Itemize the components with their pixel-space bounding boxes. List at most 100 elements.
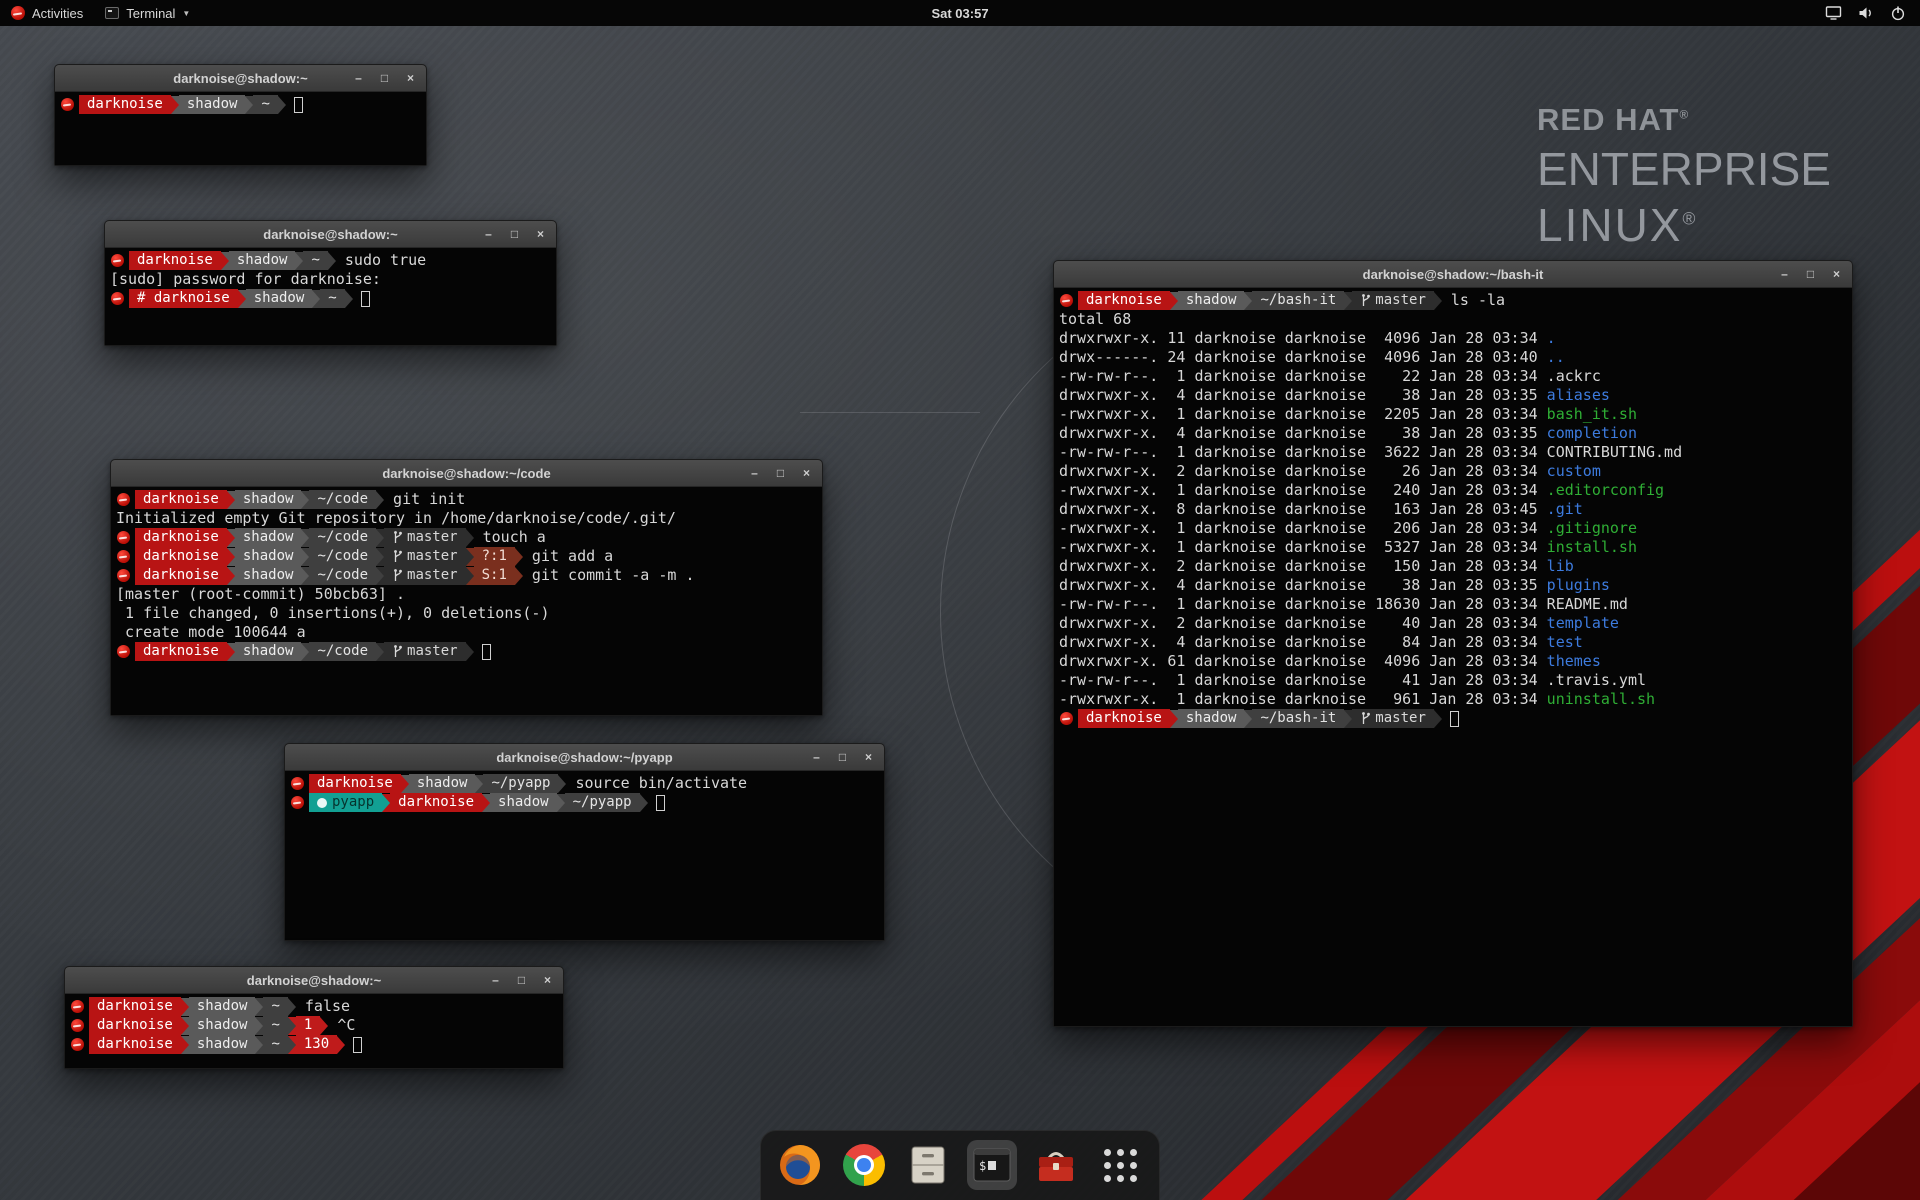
minimize-button[interactable]: – bbox=[489, 974, 502, 986]
brand-line-enterprise: ENTERPRISE bbox=[1537, 142, 1831, 196]
git-branch-icon bbox=[392, 568, 403, 583]
terminal-text: false bbox=[296, 997, 350, 1016]
registered-mark: ® bbox=[1679, 109, 1689, 122]
close-button[interactable]: × bbox=[534, 228, 547, 240]
terminal-content[interactable]: darknoiseshadow~ falsedarknoiseshadow~1 … bbox=[65, 994, 563, 1068]
maximize-button[interactable]: □ bbox=[1804, 268, 1817, 280]
terminal-text: bash_it.sh bbox=[1547, 405, 1637, 424]
titlebar[interactable]: darknoise@shadow:~–□× bbox=[55, 65, 426, 92]
git-branch-icon bbox=[1360, 711, 1371, 726]
terminal-line: darknoiseshadow~/bash-itmaster bbox=[1059, 709, 1847, 728]
powerline-separator bbox=[376, 529, 384, 547]
terminal-content[interactable]: darknoiseshadow~ sudo true[sudo] passwor… bbox=[105, 248, 556, 345]
terminal-text: drwxrwxr-x. 2 darknoise darknoise 26 Jan… bbox=[1059, 462, 1547, 481]
prompt-segment-scm: master bbox=[384, 642, 466, 661]
terminal-content[interactable]: darknoiseshadow~ bbox=[55, 92, 426, 165]
prompt-segment-label: shadow bbox=[187, 95, 238, 114]
terminal-text: source bin/activate bbox=[566, 774, 747, 793]
prompt-segment-label: shadow bbox=[197, 997, 248, 1016]
titlebar[interactable]: darknoise@shadow:~/pyapp–□× bbox=[285, 744, 884, 771]
terminal-line: drwxrwxr-x. 4 darknoise darknoise 38 Jan… bbox=[1059, 424, 1847, 443]
terminal-content[interactable]: darknoiseshadow~/bash-itmaster ls -latot… bbox=[1054, 288, 1852, 1026]
prompt-redhat-icon bbox=[61, 98, 74, 111]
terminal-text: -rwxrwxr-x. 1 darknoise darknoise 206 Ja… bbox=[1059, 519, 1547, 538]
activities-button[interactable]: Activities bbox=[0, 0, 94, 26]
terminal-text: drwxrwxr-x. 2 darknoise darknoise 150 Ja… bbox=[1059, 557, 1547, 576]
minimize-button[interactable]: – bbox=[352, 72, 365, 84]
terminal-icon: $ bbox=[971, 1144, 1013, 1186]
prompt-segment-label: shadow bbox=[243, 642, 294, 661]
terminal-content[interactable]: darknoiseshadow~/code git initInitialize… bbox=[111, 487, 822, 715]
terminal-line: darknoiseshadow~/bash-itmaster ls -la bbox=[1059, 291, 1847, 310]
terminal-line: darknoiseshadow~/code git init bbox=[116, 490, 817, 509]
titlebar[interactable]: darknoise@shadow:~–□× bbox=[105, 221, 556, 248]
prompt-segment-label: ~/code bbox=[317, 547, 368, 566]
terminal-text: [sudo] password for darknoise: bbox=[110, 270, 381, 289]
close-button[interactable]: × bbox=[800, 467, 813, 479]
volume-icon[interactable] bbox=[1858, 5, 1874, 21]
terminal-window-home-1[interactable]: darknoise@shadow:~–□×darknoiseshadow~ bbox=[54, 64, 427, 166]
prompt-segment-label: 130 bbox=[304, 1035, 329, 1054]
close-button[interactable]: × bbox=[1830, 268, 1843, 280]
power-icon[interactable] bbox=[1890, 5, 1906, 21]
terminal-window-bash-it[interactable]: darknoise@shadow:~/bash-it–□×darknoisesh… bbox=[1053, 260, 1853, 1027]
powerline-separator bbox=[376, 548, 384, 566]
terminal-line: drwxrwxr-x. 2 darknoise darknoise 26 Jan… bbox=[1059, 462, 1847, 481]
titlebar[interactable]: darknoise@shadow:~/bash-it–□× bbox=[1054, 261, 1852, 288]
close-button[interactable]: × bbox=[404, 72, 417, 84]
brand-line-red-hat: RED HAT® bbox=[1537, 102, 1831, 138]
terminal-window-exit-codes[interactable]: darknoise@shadow:~–□×darknoiseshadow~ fa… bbox=[64, 966, 564, 1069]
brand-line-linux: LINUX® bbox=[1537, 198, 1831, 252]
titlebar[interactable]: darknoise@shadow:~/code–□× bbox=[111, 460, 822, 487]
dock-item-chrome[interactable] bbox=[839, 1140, 889, 1190]
git-branch-icon bbox=[392, 644, 403, 659]
prompt-segment-user: darknoise bbox=[135, 642, 227, 661]
terminal-window-sudo[interactable]: darknoise@shadow:~–□×darknoiseshadow~ su… bbox=[104, 220, 557, 346]
maximize-button[interactable]: □ bbox=[774, 467, 787, 479]
powerline-separator bbox=[558, 775, 566, 793]
prompt-segment-label: shadow bbox=[243, 528, 294, 547]
prompt-segment-label: shadow bbox=[1186, 291, 1237, 310]
minimize-button[interactable]: – bbox=[482, 228, 495, 240]
minimize-button[interactable]: – bbox=[810, 751, 823, 763]
close-button[interactable]: × bbox=[862, 751, 875, 763]
minimize-button[interactable]: – bbox=[748, 467, 761, 479]
maximize-button[interactable]: □ bbox=[378, 72, 391, 84]
clock[interactable]: Sat 03:57 bbox=[931, 6, 988, 21]
prompt-segment-label: pyapp bbox=[332, 793, 374, 812]
dock-item-toolbox[interactable] bbox=[1031, 1140, 1081, 1190]
powerline-separator bbox=[295, 252, 303, 270]
dock-item-files[interactable] bbox=[903, 1140, 953, 1190]
terminal-text: .gitignore bbox=[1547, 519, 1637, 538]
terminal-text: 1 file changed, 0 insertions(+), 0 delet… bbox=[116, 604, 549, 623]
terminal-app-icon bbox=[105, 7, 119, 19]
git-branch-icon bbox=[392, 530, 403, 545]
display-icon[interactable] bbox=[1825, 5, 1842, 21]
prompt-segment-host: shadow bbox=[246, 289, 313, 308]
terminal-window-code[interactable]: darknoise@shadow:~/code–□×darknoiseshado… bbox=[110, 459, 823, 716]
terminal-line: darknoiseshadow~ bbox=[60, 95, 421, 114]
dock-item-terminal[interactable]: $ bbox=[967, 1140, 1017, 1190]
window-controls: – □ × bbox=[810, 744, 875, 770]
powerline-separator bbox=[320, 1017, 328, 1035]
powerline-separator bbox=[376, 491, 384, 509]
close-button[interactable]: × bbox=[541, 974, 554, 986]
dock-item-firefox[interactable] bbox=[775, 1140, 825, 1190]
maximize-button[interactable]: □ bbox=[836, 751, 849, 763]
system-status-area[interactable] bbox=[1825, 0, 1920, 26]
minimize-button[interactable]: – bbox=[1778, 268, 1791, 280]
prompt-segment-path: ~ bbox=[263, 1016, 287, 1035]
prompt-segment-label: darknoise bbox=[143, 566, 219, 585]
app-menu-terminal[interactable]: Terminal ▼ bbox=[94, 0, 201, 26]
terminal-cursor bbox=[1450, 711, 1459, 727]
dock-item-show-applications[interactable] bbox=[1095, 1140, 1145, 1190]
prompt-segment-label: ~ bbox=[311, 251, 319, 270]
maximize-button[interactable]: □ bbox=[508, 228, 521, 240]
powerline-separator bbox=[227, 491, 235, 509]
maximize-button[interactable]: □ bbox=[515, 974, 528, 986]
virtualenv-icon bbox=[317, 798, 327, 808]
titlebar[interactable]: darknoise@shadow:~–□× bbox=[65, 967, 563, 994]
terminal-content[interactable]: darknoiseshadow~/pyapp source bin/activa… bbox=[285, 771, 884, 940]
terminal-line: darknoiseshadow~/codemaster bbox=[116, 642, 817, 661]
terminal-window-pyapp[interactable]: darknoise@shadow:~/pyapp–□×darknoiseshad… bbox=[284, 743, 885, 941]
